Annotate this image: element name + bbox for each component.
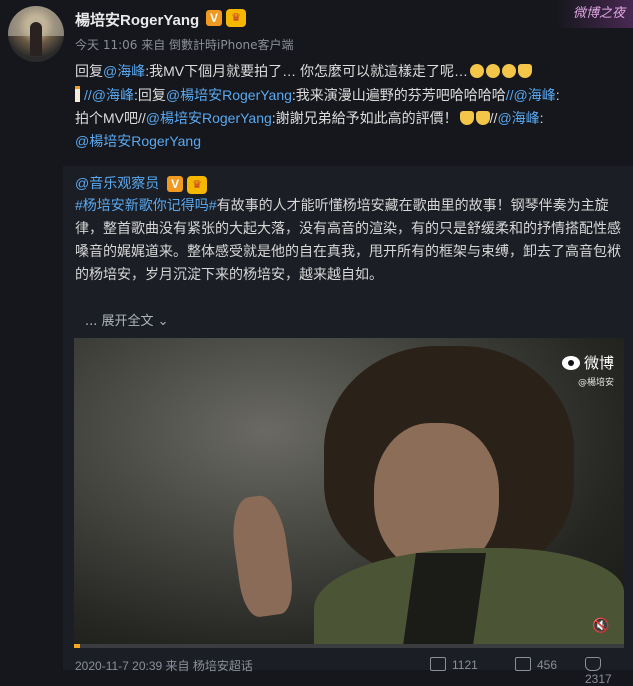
- crying-emoji-icon: [486, 64, 500, 78]
- repost-body: #杨培安新歌你记得吗#有故事的人才能听懂杨培安藏在歌曲里的故事！钢琴伴奏为主旋律…: [75, 194, 621, 286]
- candle-emoji-icon: [75, 86, 80, 102]
- reply-chain-text: :謝謝兄弟給予如此高的評價！: [271, 110, 458, 126]
- reply-chain-text: :我来演漫山遍野的芬芳吧哈哈哈哈: [291, 87, 506, 103]
- reply-prefix: 回复: [75, 63, 103, 79]
- mention-link[interactable]: @楊培安RogerYang: [75, 133, 201, 149]
- video-player[interactable]: 微博 @楊培安 🔇: [74, 338, 624, 648]
- repost-footer: 2020-11-7 20:39 来自 杨培安超话 1121 456 2317: [75, 657, 621, 686]
- video-person-shirt: [401, 553, 487, 648]
- weibo-logo-text: 微博: [583, 354, 614, 372]
- repost-author[interactable]: @音乐观察员: [75, 175, 159, 191]
- verified-badge-icon: V: [206, 10, 222, 26]
- chevron-down-icon: ⌄: [153, 314, 169, 329]
- hashtag-link[interactable]: #杨培安新歌你记得吗#: [75, 197, 217, 213]
- reposted-post: @音乐观察员 V ♛ #杨培安新歌你记得吗#有故事的人才能听懂杨培安藏在歌曲里的…: [63, 166, 633, 686]
- post-reply-chain: //@海峰:回复@楊培安RogerYang:我来演漫山遍野的芬芳吧哈哈哈哈//@…: [75, 84, 623, 153]
- thumbs-up-icon: [585, 657, 601, 671]
- handshake-emoji-icon: [475, 111, 490, 125]
- username[interactable]: 楊培安RogerYang: [75, 9, 199, 30]
- expand-full-text-button[interactable]: ... 展开全文 ⌄: [85, 310, 169, 329]
- reply-chain-text: 拍个MV吧//: [75, 110, 146, 126]
- avatar-figure: [30, 22, 42, 56]
- video-progress-fill: [74, 644, 80, 648]
- crying-emoji-icon: [502, 64, 516, 78]
- avatar[interactable]: [8, 6, 64, 62]
- weibo-logo-subtext: @楊培安: [577, 378, 614, 388]
- video-progress-bar[interactable]: [74, 644, 624, 648]
- weibo-night-watermark: 微博之夜: [555, 0, 633, 28]
- ellipsis-icon: ...: [85, 314, 102, 329]
- reply-text: :我MV下個月就要拍了… 你怎麼可以就這樣走了呢…: [145, 63, 468, 79]
- member-crown-icon: ♛: [187, 176, 207, 194]
- mention-link[interactable]: @楊培安RogerYang: [146, 110, 272, 126]
- share-icon: [430, 657, 446, 671]
- mention-link[interactable]: //@海峰: [84, 87, 134, 103]
- post-meta: 今天 11:06 来自 倒數計時iPhone客户端: [75, 38, 294, 52]
- clap-emoji-icon: [459, 111, 474, 125]
- crying-emoji-icon: [470, 64, 484, 78]
- pray-emoji-icon: [518, 64, 532, 78]
- mention-link[interactable]: @楊培安RogerYang: [166, 87, 292, 103]
- member-crown-icon: ♛: [226, 9, 246, 27]
- comment-icon: [515, 657, 531, 671]
- mention-link[interactable]: @海峰: [497, 110, 539, 126]
- weibo-logo-icon: [561, 356, 580, 370]
- mention-link[interactable]: @海峰: [103, 63, 145, 79]
- mute-icon[interactable]: 🔇: [592, 618, 610, 634]
- like-button[interactable]: 2317: [585, 657, 621, 686]
- reply-chain-text: :: [539, 110, 544, 126]
- repost-author-row: @音乐观察员 V ♛: [75, 173, 207, 194]
- weibo-video-watermark: 微博 @楊培安: [561, 352, 614, 388]
- reply-chain-text: :: [555, 87, 560, 103]
- reply-chain-text: :回复: [134, 87, 166, 103]
- like-count: 2317: [585, 672, 612, 686]
- post-reply-line-1: 回复@海峰:我MV下個月就要拍了… 你怎麼可以就這樣走了呢…: [75, 60, 623, 83]
- weibo-post: 楊培安RogerYang V ♛ 微博之夜 今天 11:06 来自 倒數計時iP…: [0, 0, 633, 686]
- expand-label: 展开全文: [101, 314, 154, 329]
- mention-link[interactable]: //@海峰: [506, 87, 556, 103]
- video-person-hand: [227, 492, 297, 620]
- repost-time-source[interactable]: 2020-11-7 20:39 来自 杨培安超话: [75, 659, 253, 673]
- verified-badge-icon: V: [167, 176, 184, 192]
